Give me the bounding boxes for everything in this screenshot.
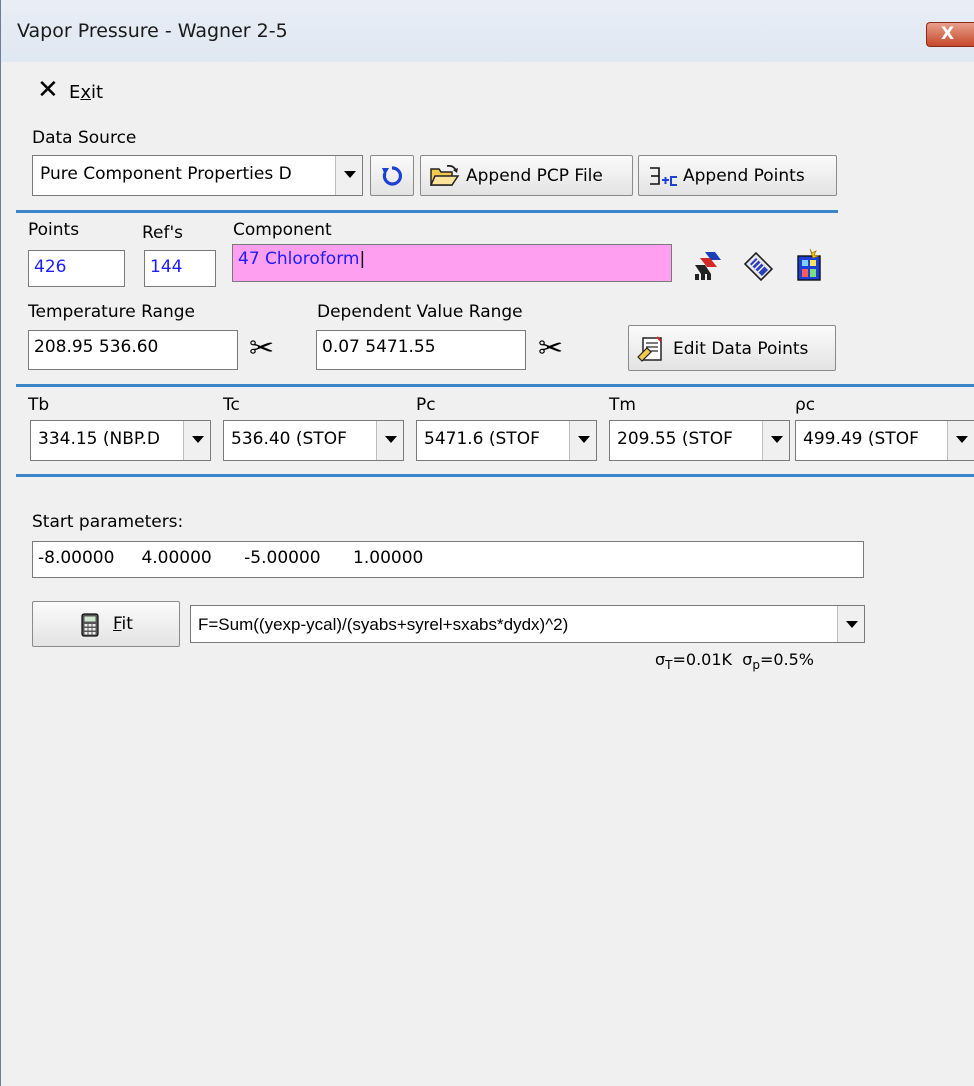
tb-select[interactable]: 334.15 (NBP.D xyxy=(30,420,211,461)
tb-label: Tb xyxy=(28,395,50,415)
calculator-icon xyxy=(81,613,99,637)
exit-label: Exit xyxy=(69,82,104,103)
data-source-select[interactable]: Pure Component Properties D xyxy=(32,155,363,196)
section-divider xyxy=(16,210,838,213)
tm-label: Tm xyxy=(609,395,636,415)
chevron-down-icon[interactable] xyxy=(335,156,362,195)
edit-data-points-label: Edit Data Points xyxy=(673,339,809,359)
objective-function-value: F=Sum((yexp-ycal)/(syabs+syrel+sxabs*dyd… xyxy=(198,615,569,634)
fit-label: Fit xyxy=(113,614,133,634)
rhoc-value: 499.49 (STOF xyxy=(803,429,919,449)
refs-count-field[interactable]: 144 xyxy=(144,250,216,287)
refresh-button[interactable] xyxy=(370,155,414,196)
refresh-icon xyxy=(382,166,402,186)
scissors-icon[interactable]: ✂ xyxy=(538,334,563,364)
scissors-icon[interactable]: ✂ xyxy=(249,334,274,364)
exit-icon: ✕ xyxy=(37,75,59,105)
new-component-icon[interactable] xyxy=(794,248,826,282)
pc-select[interactable]: 5471.6 (STOF xyxy=(416,420,597,461)
component-value: 47 Chloroform xyxy=(238,249,360,269)
start-parameters-field[interactable]: -8.00000 4.00000 -5.00000 1.00000 xyxy=(32,541,864,578)
pc-value: 5471.6 (STOF xyxy=(424,429,540,449)
component-label: Component xyxy=(233,220,332,240)
open-folder-icon xyxy=(430,165,460,186)
start-parameters-label: Start parameters: xyxy=(32,512,184,532)
chevron-down-icon[interactable] xyxy=(376,421,403,460)
tm-select[interactable]: 209.55 (STOF xyxy=(609,420,790,461)
section-divider xyxy=(16,474,974,477)
menu-bar: ✕ Exit xyxy=(1,62,974,120)
points-label: Points xyxy=(28,220,80,240)
data-source-value: Pure Component Properties D xyxy=(40,164,292,184)
append-points-icon xyxy=(650,167,677,186)
chevron-down-icon[interactable] xyxy=(947,421,974,460)
tc-select[interactable]: 536.40 (STOF xyxy=(223,420,404,461)
edit-data-icon xyxy=(637,336,662,362)
append-pcp-file-label: Append PCP File xyxy=(466,166,603,186)
edit-data-points-button[interactable]: Edit Data Points xyxy=(628,325,836,371)
chevron-down-icon[interactable] xyxy=(183,421,210,460)
component-field[interactable]: 47 Chloroform| xyxy=(232,244,672,282)
section-divider xyxy=(16,384,974,387)
rhoc-select[interactable]: 499.49 (STOF xyxy=(795,420,974,461)
tc-value: 536.40 (STOF xyxy=(231,429,347,449)
dependent-range-field[interactable]: 0.07 5471.55 xyxy=(316,330,526,370)
dependent-range-label: Dependent Value Range xyxy=(317,302,523,322)
data-source-label: Data Source xyxy=(32,128,137,148)
chevron-down-icon[interactable] xyxy=(569,421,596,460)
points-count-field[interactable]: 426 xyxy=(28,250,125,287)
append-points-label: Append Points xyxy=(683,166,805,186)
close-icon: X xyxy=(941,24,955,44)
tm-value: 209.55 (STOF xyxy=(617,429,733,449)
tb-value: 334.15 (NBP.D xyxy=(38,429,160,449)
chevron-down-icon[interactable] xyxy=(762,421,789,460)
objective-function-select[interactable]: F=Sum((yexp-ycal)/(syabs+syrel+sxabs*dyd… xyxy=(190,605,865,643)
title-bar: Vapor Pressure - Wagner 2-5 X xyxy=(1,0,974,63)
window-title: Vapor Pressure - Wagner 2-5 xyxy=(17,20,288,42)
pc-label: Pc xyxy=(416,395,436,415)
append-points-button[interactable]: Append Points xyxy=(638,155,837,196)
vapor-pressure-window: Vapor Pressure - Wagner 2-5 X ✕ Exit Dat… xyxy=(0,0,974,1086)
uncertainty-readout: σT=0.01K σp=0.5% xyxy=(655,650,815,673)
temperature-range-label: Temperature Range xyxy=(28,302,195,322)
copy-component-icon[interactable] xyxy=(691,250,727,282)
rhoc-label: ρc xyxy=(795,395,816,415)
fit-button[interactable]: Fit xyxy=(32,601,180,647)
temperature-range-field[interactable]: 208.95 536.60 xyxy=(28,330,238,370)
tc-label: Tc xyxy=(223,395,240,415)
chevron-down-icon[interactable] xyxy=(837,606,864,642)
append-pcp-file-button[interactable]: Append PCP File xyxy=(420,155,633,196)
refs-label: Ref's xyxy=(142,223,184,243)
component-list-icon[interactable] xyxy=(742,250,776,282)
close-button[interactable]: X xyxy=(926,22,974,47)
